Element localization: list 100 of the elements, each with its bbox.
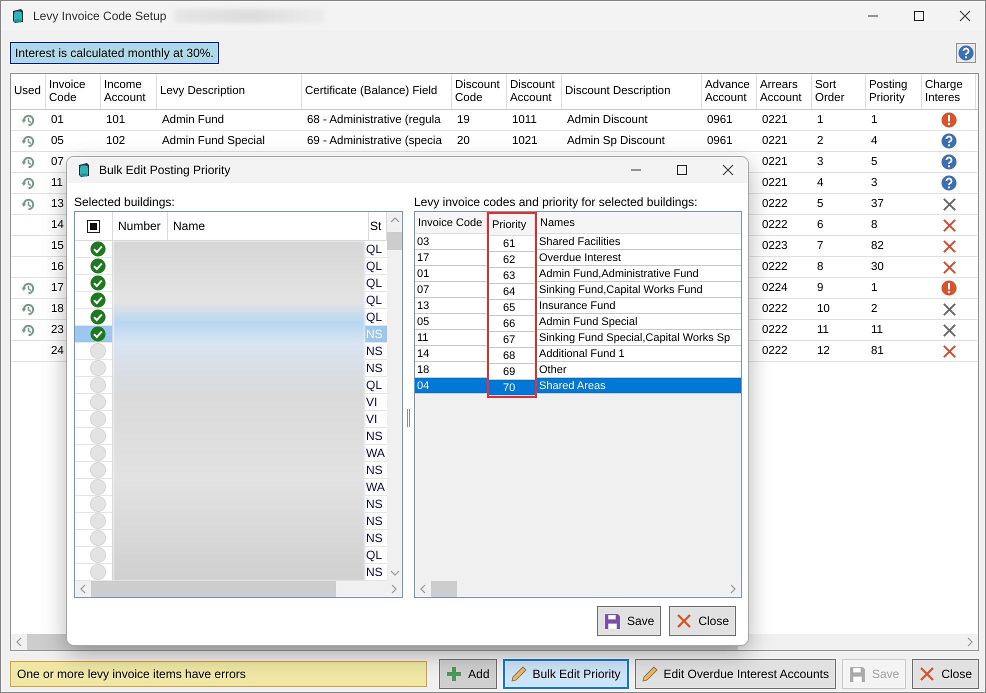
check-icon[interactable] (90, 326, 106, 342)
help-icon (958, 45, 974, 61)
pane-label: Selected buildings: (74, 195, 175, 209)
table-cell: 11 (871, 324, 883, 336)
table-cell: QL (366, 548, 382, 562)
add-button[interactable]: Add (439, 659, 496, 689)
maximize-icon[interactable] (913, 10, 925, 22)
table-cell: 11 (51, 177, 63, 189)
table-cell: NS (366, 531, 383, 545)
table-cell: 01 (417, 268, 430, 280)
check-icon[interactable] (90, 258, 106, 274)
column-header[interactable]: Discount Code (452, 74, 507, 109)
edit-button[interactable]: Bulk Edit Priority (502, 659, 629, 689)
help-button[interactable] (956, 43, 976, 63)
table-cell: VI (366, 395, 378, 409)
close-icon (676, 613, 692, 629)
unchecked-circle-icon[interactable] (90, 547, 106, 563)
unchecked-circle-icon[interactable] (90, 343, 106, 359)
table-cell: 1 (871, 282, 878, 294)
scrollbar-thumb[interactable] (431, 581, 458, 597)
check-icon[interactable] (90, 241, 106, 257)
table-cell: 20 (457, 135, 470, 147)
cross-icon (942, 322, 956, 338)
unchecked-circle-icon[interactable] (90, 564, 106, 580)
table-cell: 4 (871, 135, 878, 147)
history-icon (21, 302, 36, 316)
table-cell: 1021 (512, 135, 538, 147)
unchecked-circle-icon[interactable] (90, 513, 106, 529)
table-cell: Sinking Fund Special,Capital Works Sp (539, 332, 730, 344)
close-button[interactable]: Close (912, 659, 979, 689)
column-header[interactable]: Discount Account (507, 74, 562, 109)
column-header[interactable]: Arrears Account (757, 74, 812, 109)
table-cell: 1 (817, 114, 824, 126)
table-cell: 65 (503, 302, 516, 314)
column-header[interactable]: Levy Description (157, 74, 302, 109)
column-header[interactable]: Names (537, 212, 741, 234)
table-cell: 23 (51, 324, 64, 336)
table-cell: 0222 (762, 198, 788, 210)
scrollbar-thumb[interactable] (387, 232, 402, 250)
table-cell: NS (366, 344, 383, 358)
column-header[interactable]: Posting Priority (866, 74, 922, 109)
check-icon[interactable] (90, 292, 106, 308)
table-cell: 62 (503, 254, 516, 266)
unchecked-circle-icon[interactable] (90, 530, 106, 546)
table-cell: 2 (871, 303, 878, 315)
table-cell: 69 - Administrative (specia (307, 135, 442, 147)
close-icon[interactable] (722, 164, 734, 176)
column-header[interactable]: Invoice Code (46, 74, 101, 109)
table-cell: 04 (417, 380, 430, 392)
table-cell: 68 (503, 350, 516, 362)
unchecked-circle-icon[interactable] (90, 411, 106, 427)
column-header[interactable]: Number (113, 212, 168, 240)
table-cell: 13 (51, 198, 64, 210)
table-cell: NS (366, 497, 383, 511)
table-cell: 0221 (762, 156, 788, 168)
select-all-checkbox[interactable] (87, 220, 100, 232)
pencil-icon (510, 666, 526, 682)
column-header[interactable]: Certificate (Balance) Field (302, 74, 452, 109)
column-header[interactable]: Charge Interes (922, 74, 976, 109)
close-icon[interactable] (959, 10, 971, 22)
edit-button[interactable]: Edit Overdue Interest Accounts (634, 659, 836, 689)
table-cell: 0221 (762, 177, 788, 189)
maximize-icon[interactable] (676, 164, 688, 176)
column-header[interactable]: Invoice Code (415, 212, 487, 234)
save-button[interactable]: Save (596, 606, 662, 636)
table-cell: 05 (417, 316, 430, 328)
unchecked-circle-icon[interactable] (90, 428, 106, 444)
column-header[interactable]: Priority (489, 214, 535, 236)
table-cell: 1 (871, 114, 878, 126)
table-cell: 0222 (762, 345, 788, 357)
table-cell: 82 (871, 240, 884, 252)
table-cell: 03 (417, 236, 430, 248)
close-icon (919, 666, 936, 682)
column-header[interactable]: Income Account (101, 74, 157, 109)
table-cell: 13 (417, 300, 430, 312)
unchecked-circle-icon[interactable] (90, 394, 106, 410)
unchecked-circle-icon[interactable] (90, 479, 106, 495)
app-icon (77, 162, 91, 178)
table-cell: 01 (51, 114, 64, 126)
unchecked-circle-icon[interactable] (90, 360, 106, 376)
splitter-grip[interactable] (407, 409, 410, 427)
close-button[interactable]: Close (669, 606, 736, 636)
table-cell: Insurance Fund (539, 300, 616, 312)
column-header[interactable]: Discount Description (562, 74, 702, 109)
column-header[interactable]: Used (11, 74, 46, 109)
help-icon (941, 154, 957, 170)
scrollbar-thumb[interactable] (91, 581, 336, 597)
unchecked-circle-icon[interactable] (90, 462, 106, 478)
table-cell: 5 (817, 198, 824, 210)
unchecked-circle-icon[interactable] (90, 496, 106, 512)
check-icon[interactable] (90, 309, 106, 325)
table-cell: QL (366, 310, 382, 324)
column-header[interactable]: Advance Account (702, 74, 757, 109)
unchecked-circle-icon[interactable] (90, 445, 106, 461)
column-header[interactable]: Sort Order (812, 74, 866, 109)
table-cell: NS (366, 514, 383, 528)
table-cell: NS (366, 463, 383, 477)
column-header[interactable]: Name (168, 212, 369, 240)
check-icon[interactable] (90, 275, 106, 291)
unchecked-circle-icon[interactable] (90, 377, 106, 393)
